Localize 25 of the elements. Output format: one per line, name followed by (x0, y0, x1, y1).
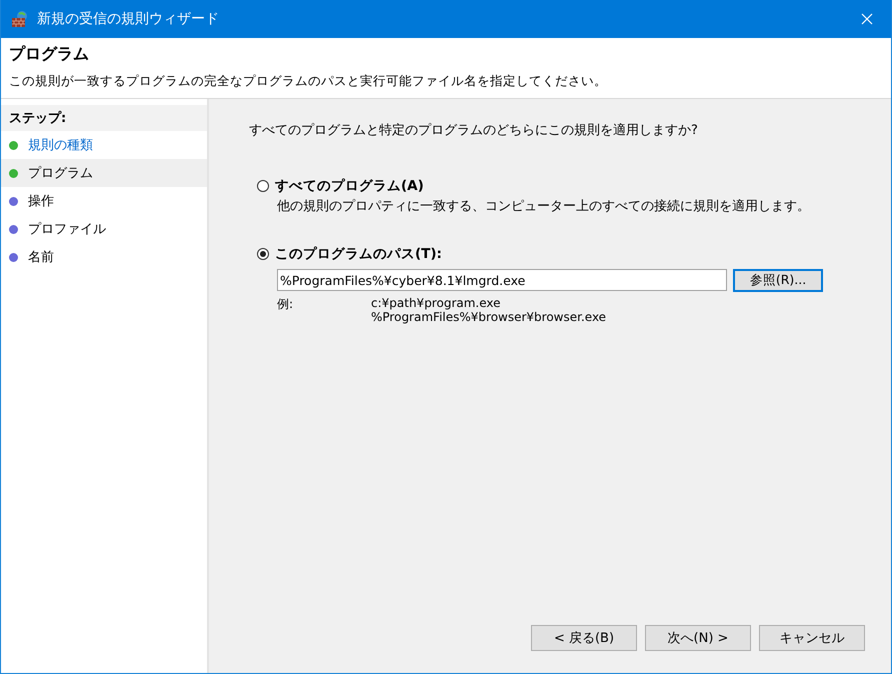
browse-button[interactable]: 参照(R)... (733, 269, 823, 292)
step-item[interactable]: プロファイル (1, 215, 207, 243)
radio-button[interactable] (257, 180, 269, 192)
close-icon[interactable] (861, 13, 873, 25)
option-label[interactable]: すべてのプログラム(A) (275, 177, 424, 195)
wizard-button[interactable]: 次へ(N) > (645, 625, 751, 651)
example-path: %ProgramFiles%¥browser¥browser.exe (371, 310, 606, 324)
step-item[interactable]: プログラム (1, 159, 207, 187)
radio-button[interactable] (257, 248, 269, 260)
question-text: すべてのプログラムと特定のプログラムのどちらにこの規則を適用しますか? (249, 122, 699, 139)
page-title: プログラム (9, 44, 90, 65)
example-path: c:¥path¥program.exe (371, 296, 502, 310)
option-description: 他の規則のプロパティに一致する、コンピューター上のすべての接続に規則を適用します。 (276, 198, 811, 215)
step-item[interactable]: 操作 (1, 187, 207, 215)
step-item[interactable]: 名前 (1, 243, 207, 271)
path-field[interactable]: %ProgramFiles%¥cyber¥8.1¥lmgrd.exe (277, 269, 727, 291)
steps-heading: ステップ: (1, 105, 207, 131)
page-description: この規則が一致するプログラムの完全なプログラムのパスと実行可能ファイル名を指定してください。 (9, 73, 608, 90)
brick-wall-icon (11, 10, 29, 28)
wizard-button[interactable]: < 戻る(B) (531, 625, 637, 651)
step-item[interactable]: 規則の種類 (1, 131, 207, 159)
example-label: 例: (277, 296, 294, 313)
wizard-button[interactable]: キャンセル (759, 625, 865, 651)
option-label[interactable]: このプログラムのパス(T): (275, 245, 442, 263)
window-title: 新規の受信の規則ウィザード (37, 10, 220, 28)
